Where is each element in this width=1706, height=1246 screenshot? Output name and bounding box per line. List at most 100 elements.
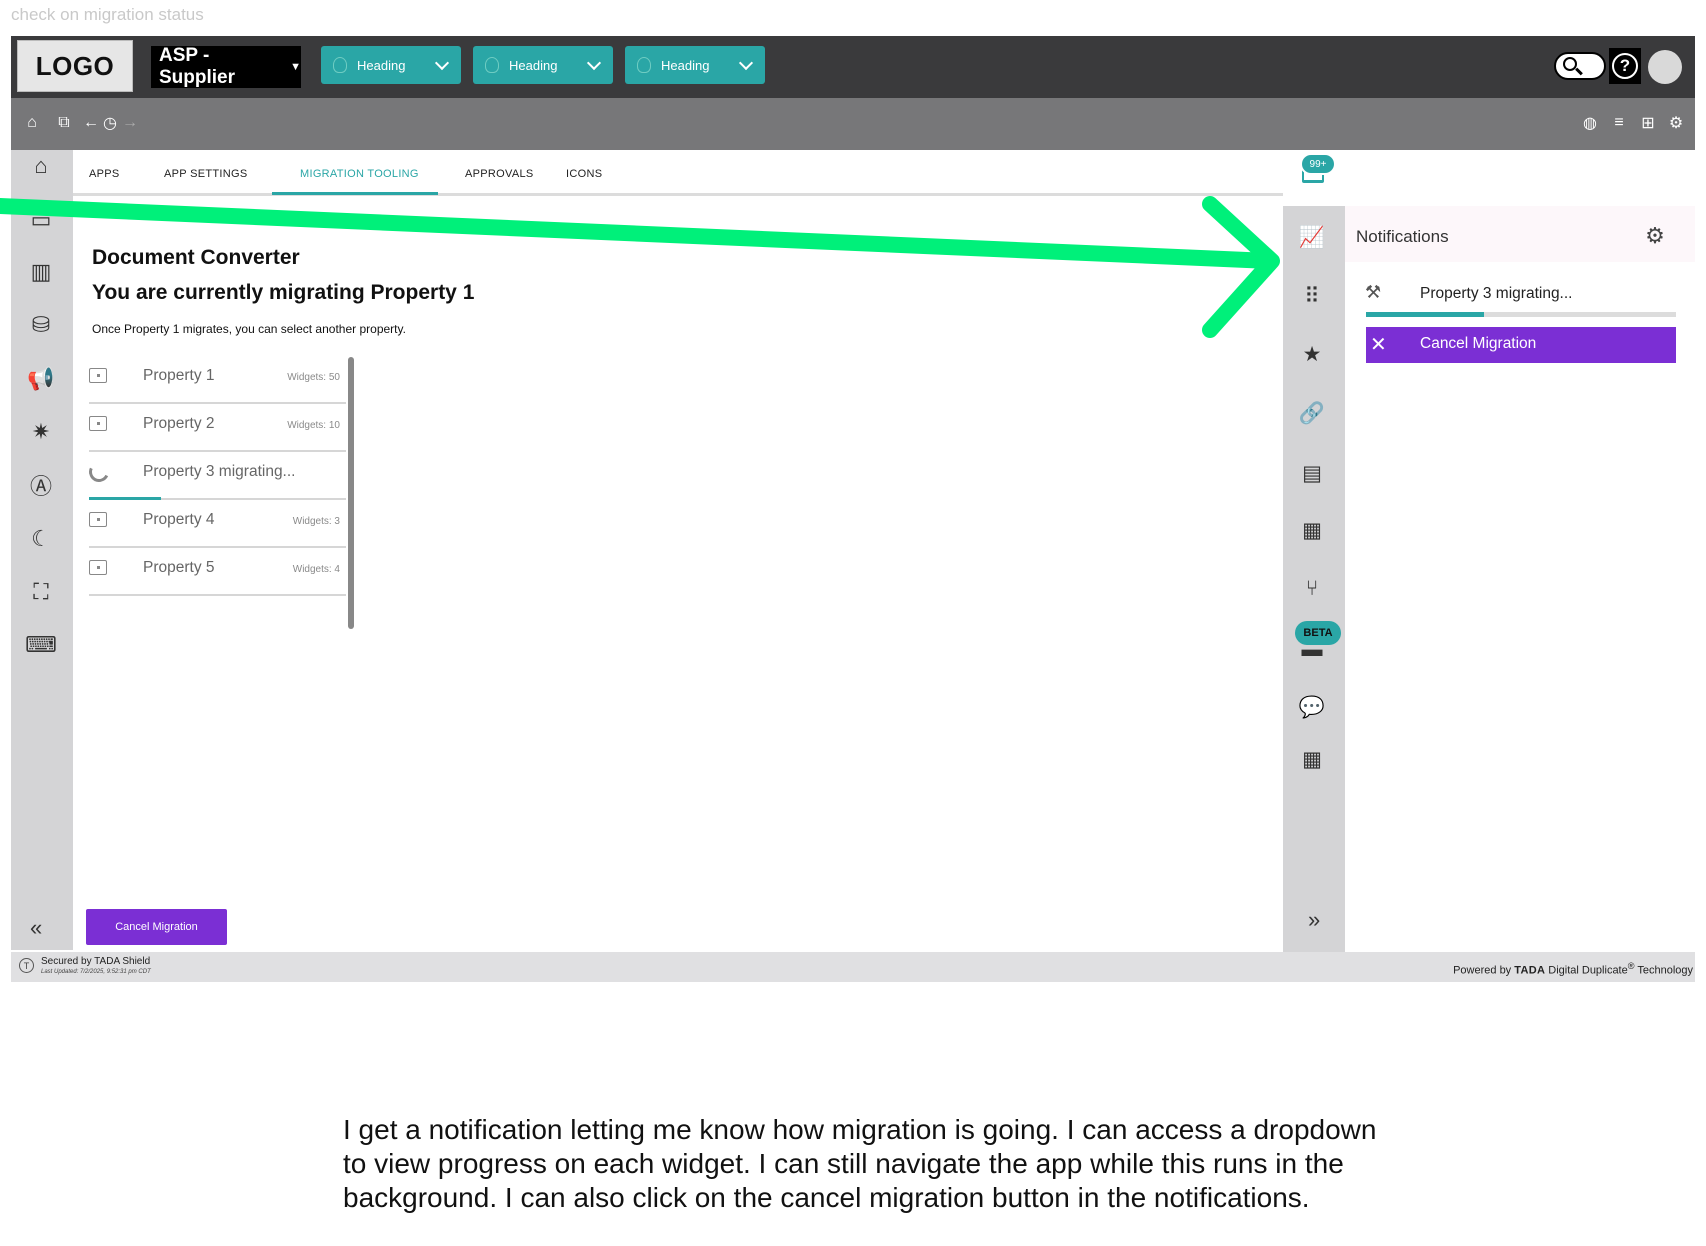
notification-cancel-migration-button[interactable]: ✕ Cancel Migration bbox=[1366, 327, 1676, 363]
lightbulb-icon bbox=[333, 57, 347, 73]
list-item[interactable]: Property 2 Widgets: 10 bbox=[89, 404, 346, 452]
heading-dropdown-3[interactable]: Heading bbox=[625, 46, 765, 84]
widget-count: Widgets: 50 bbox=[287, 372, 340, 383]
tab-bar bbox=[73, 150, 1283, 196]
link-icon[interactable]: 🔗 bbox=[1297, 400, 1327, 428]
notification-count-badge: 99+ bbox=[1300, 153, 1336, 175]
globe-icon[interactable]: ◍ bbox=[1581, 114, 1599, 132]
cancel-migration-label: Cancel Migration bbox=[1420, 335, 1537, 352]
property-name: Property 1 bbox=[143, 367, 215, 384]
heading-dropdown-1[interactable]: Heading bbox=[321, 46, 461, 84]
notifications-panel bbox=[1345, 206, 1695, 952]
sub-toolbar bbox=[11, 98, 1695, 150]
shield-icon: T bbox=[19, 958, 34, 973]
chart-icon[interactable]: ▥ bbox=[28, 259, 54, 285]
list-item[interactable]: Property 5 Widgets: 4 bbox=[89, 548, 346, 596]
checkbox[interactable] bbox=[89, 416, 107, 431]
caret-down-icon: ▼ bbox=[290, 61, 301, 73]
list-scrollbar[interactable] bbox=[348, 357, 354, 629]
footer bbox=[11, 952, 1695, 982]
property-name: Property 3 migrating... bbox=[143, 463, 296, 480]
notifications-title: Notifications bbox=[1356, 227, 1449, 246]
page-caption: check on migration status bbox=[11, 5, 204, 24]
keyboard-icon[interactable]: ⌨ bbox=[25, 632, 57, 658]
beta-badge: BETA bbox=[1295, 621, 1341, 645]
page-title: Document Converter bbox=[92, 246, 300, 269]
widget-count: Widgets: 3 bbox=[292, 516, 340, 527]
heading-dropdown-label: Heading bbox=[661, 57, 710, 73]
search-button[interactable] bbox=[1554, 52, 1606, 80]
list-item[interactable]: Property 4 Widgets: 3 bbox=[89, 500, 346, 548]
heading-dropdown-label: Heading bbox=[509, 57, 558, 73]
org-selector-label: ASP - Supplier bbox=[159, 45, 236, 88]
history-icon[interactable]: ◷ bbox=[101, 114, 119, 132]
chevron-down-icon bbox=[738, 55, 754, 70]
property-name: Property 5 bbox=[143, 559, 215, 576]
presentation-chart-icon[interactable]: 📈 bbox=[1297, 224, 1327, 252]
help-icon: ? bbox=[1612, 53, 1638, 79]
widget-count: Widgets: 4 bbox=[292, 564, 340, 575]
apps-grid-icon[interactable]: ⠿ bbox=[1297, 282, 1327, 310]
active-tab-indicator bbox=[272, 192, 438, 195]
id-card-icon[interactable]: ▤ bbox=[1297, 459, 1327, 487]
secured-by: Secured by TADA Shield bbox=[41, 956, 151, 967]
powered-by: Powered by TADA Digital Duplicate® Techn… bbox=[1453, 961, 1693, 977]
dashboard-icon[interactable]: ⌂ bbox=[28, 153, 54, 179]
collapse-left-icon[interactable]: « bbox=[30, 915, 42, 941]
tab-app-settings[interactable]: APP SETTINGS bbox=[164, 168, 247, 180]
notification-item-label[interactable]: Property 3 migrating... bbox=[1420, 285, 1572, 303]
layout-icon[interactable]: ⧉ bbox=[55, 114, 73, 132]
property-name: Property 4 bbox=[143, 511, 215, 528]
tools-icon: ⚒ bbox=[1365, 282, 1382, 302]
chevron-down-icon bbox=[434, 55, 450, 70]
bug-icon[interactable]: ✷ bbox=[28, 419, 54, 445]
help-button[interactable]: ? bbox=[1609, 48, 1641, 84]
close-icon: ✕ bbox=[1370, 334, 1387, 356]
org-selector[interactable]: ASP - Supplier ▼ bbox=[151, 45, 301, 88]
fullscreen-icon[interactable]: ⛶ bbox=[28, 579, 54, 605]
heading-dropdown-label: Heading bbox=[357, 57, 406, 73]
last-updated: Last Updated: 7/2/2025, 9:52:31 pm CDT bbox=[41, 969, 151, 975]
tada-brand: TADA bbox=[1514, 964, 1546, 977]
back-icon[interactable]: ← bbox=[82, 114, 100, 132]
home-icon[interactable]: ⌂ bbox=[23, 114, 41, 132]
lightbulb-icon bbox=[485, 57, 499, 73]
workflow-icon[interactable]: ⑂ bbox=[1297, 575, 1327, 603]
loading-spinner-icon bbox=[86, 459, 112, 485]
cancel-migration-button[interactable]: Cancel Migration bbox=[86, 909, 227, 945]
property-name: Property 2 bbox=[143, 415, 215, 432]
conversation-icon[interactable]: 💬 bbox=[1297, 694, 1327, 722]
chevron-down-icon bbox=[586, 55, 602, 70]
tab-apps[interactable]: APPS bbox=[89, 168, 120, 180]
moon-icon[interactable]: ☾ bbox=[28, 526, 54, 552]
logo: LOGO bbox=[17, 40, 133, 92]
avatar[interactable] bbox=[1648, 50, 1682, 84]
document-icon[interactable]: ▭ bbox=[28, 207, 54, 233]
forward-icon[interactable]: → bbox=[121, 114, 139, 132]
star-icon[interactable]: ★ bbox=[1297, 340, 1327, 368]
expand-right-icon[interactable]: » bbox=[1308, 907, 1320, 933]
text-icon[interactable]: Ⓐ bbox=[28, 472, 54, 499]
migration-description: Once Property 1 migrates, you can select… bbox=[92, 322, 406, 336]
tab-migration-tooling[interactable]: MIGRATION TOOLING bbox=[300, 168, 419, 180]
migration-status-heading: You are currently migrating Property 1 bbox=[92, 281, 475, 304]
megaphone-icon[interactable]: 📢 bbox=[27, 366, 54, 392]
checkbox[interactable] bbox=[89, 560, 107, 575]
checkbox[interactable] bbox=[89, 368, 107, 383]
notification-progress-fill bbox=[1366, 312, 1484, 317]
checkbox[interactable] bbox=[89, 512, 107, 527]
grid-settings-icon[interactable]: ⊞ bbox=[1639, 114, 1657, 132]
tab-icons[interactable]: ICONS bbox=[566, 168, 602, 180]
heading-dropdown-2[interactable]: Heading bbox=[473, 46, 613, 84]
widget-count: Widgets: 10 bbox=[287, 420, 340, 431]
list-item-migrating[interactable]: Property 3 migrating... bbox=[86, 452, 346, 500]
list-item[interactable]: Property 1 Widgets: 50 bbox=[89, 356, 346, 404]
calendar-icon[interactable]: ▦ bbox=[1297, 745, 1327, 773]
filter-icon[interactable]: ≡ bbox=[1610, 114, 1628, 132]
lightbulb-icon bbox=[637, 57, 651, 73]
calculator-icon[interactable]: ▦ bbox=[1297, 516, 1327, 544]
tab-approvals[interactable]: APPROVALS bbox=[465, 168, 534, 180]
gear-icon[interactable]: ⚙ bbox=[1643, 223, 1667, 248]
database-icon[interactable]: ⛁ bbox=[28, 312, 54, 338]
settings-icon[interactable]: ⚙ bbox=[1667, 114, 1685, 132]
